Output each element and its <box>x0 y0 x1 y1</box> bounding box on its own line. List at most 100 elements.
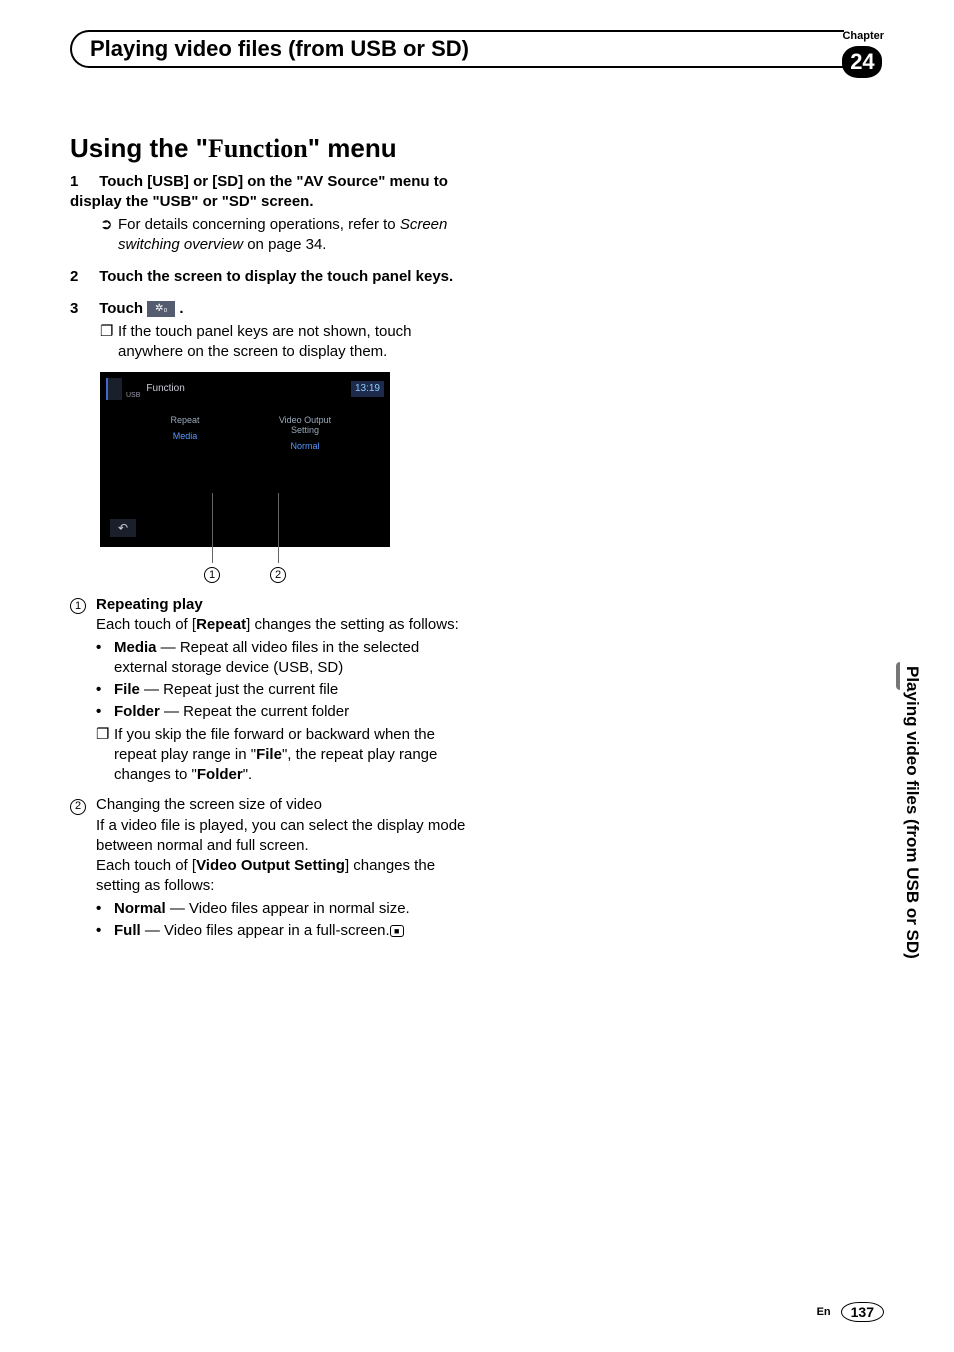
step-2-text: Touch the screen to display the touch pa… <box>99 268 453 285</box>
footer: En 137 <box>817 1302 884 1322</box>
d1-file-b: — Repeat just the current file <box>140 681 338 698</box>
d2a: Each touch of [ <box>96 857 196 874</box>
d2nb: — Video files appear in normal size. <box>166 900 410 917</box>
step-3-text-a: Touch <box>99 300 147 317</box>
s1-sub-c: on page 34. <box>243 236 326 253</box>
header-title: Playing video files (from USB or SD) <box>90 36 826 62</box>
d2fb: — Video files appear in a full-screen. <box>141 922 390 939</box>
def-2-num-text: 2 <box>70 799 86 815</box>
step-3-num: 3 <box>70 300 78 317</box>
d1ne: ". <box>243 766 253 783</box>
ss-topbar: USB Function 13:19 <box>100 372 390 410</box>
main-content: 1 Touch [USB] or [SD] on the "AV Source"… <box>70 172 470 941</box>
d1nb: File <box>256 746 282 763</box>
bullet-dot-icon: • <box>96 921 114 941</box>
header-title-wrap: Playing video files (from USB or SD) <box>70 30 844 68</box>
footer-page: 137 <box>841 1302 884 1322</box>
sidebar-text: Playing video files (from USB or SD) <box>900 660 924 965</box>
d1-media-b: — Repeat all video files in the selected… <box>114 639 419 676</box>
note-icon: ❐ <box>100 322 118 363</box>
sidebar: Playing video files (from USB or SD) <box>896 660 924 1060</box>
chapter-badge: 24 <box>842 46 882 78</box>
d2b: Video Output Setting <box>196 857 345 874</box>
d1nd: Folder <box>197 766 243 783</box>
page-header: Playing video files (from USB or SD) Cha… <box>70 30 884 78</box>
section-title-prefix: Using the " <box>70 133 208 163</box>
d1-media-text: Media — Repeat all video files in the se… <box>114 638 470 679</box>
step-2-num: 2 <box>70 268 78 285</box>
bullet-dot-icon: • <box>96 638 114 679</box>
d2na: Normal <box>114 900 166 917</box>
d1c: ] changes the setting as follows: <box>246 616 459 633</box>
d1-file-text: File — Repeat just the current file <box>114 680 470 700</box>
callout-lines: 1 2 <box>100 553 390 571</box>
section-title-suffix: " menu <box>308 133 397 163</box>
bullet-dot-icon: • <box>96 680 114 700</box>
step-1-sub: ➲ For details concerning operations, ref… <box>100 215 470 256</box>
ss-col1-top: Repeat <box>145 416 225 426</box>
d1-bullet-folder: • Folder — Repeat the current folder <box>96 702 470 722</box>
note-icon: ❐ <box>96 725 114 786</box>
step-2: 2 Touch the screen to display the touch … <box>70 267 470 287</box>
callout-num-1: 1 <box>204 565 220 583</box>
ss-columns: Repeat Media Video Output Setting Normal <box>100 416 390 452</box>
usb-icon <box>106 378 122 400</box>
ss-function-label: Function <box>146 382 184 396</box>
callout-2-text: 2 <box>270 567 286 583</box>
d2-bullet-full: • Full — Video files appear in a full-sc… <box>96 921 470 941</box>
def-2-num: 2 <box>70 795 96 941</box>
ss-col-repeat: Repeat Media <box>145 416 225 452</box>
d2-bullet-normal: • Normal — Video files appear in normal … <box>96 899 470 919</box>
def-1-num-text: 1 <box>70 598 86 614</box>
d1-file-a: File <box>114 681 140 698</box>
goto-icon: ➲ <box>100 215 118 256</box>
ss-usb-label: USB <box>126 391 140 400</box>
d2fa: Full <box>114 922 141 939</box>
callout-num-2: 2 <box>270 565 286 583</box>
step-1-text: Touch [USB] or [SD] on the "AV Source" m… <box>70 173 448 210</box>
s1-sub-a: For details concerning operations, refer… <box>118 216 400 233</box>
step-3-text-b: . <box>179 300 183 317</box>
d1-media-a: Media <box>114 639 157 656</box>
section-title: Using the "Function" menu <box>70 133 884 164</box>
section-title-mid: Function <box>208 134 308 163</box>
d1-folder-text: Folder — Repeat the current folder <box>114 702 470 722</box>
chapter-label: Chapter <box>842 30 884 42</box>
d2-line2: If a video file is played, you can selec… <box>96 816 470 857</box>
step-3: 3 Touch ✲₀ . <box>70 299 470 319</box>
d1-folder-a: Folder <box>114 703 160 720</box>
def-1-title: Repeating play <box>96 595 470 615</box>
chapter-block: Chapter 24 <box>842 30 884 78</box>
step-1: 1 Touch [USB] or [SD] on the "AV Source"… <box>70 172 470 213</box>
callout-line-2 <box>278 493 279 563</box>
step-3-sub: ❐ If the touch panel keys are not shown,… <box>100 322 470 363</box>
footer-lang: En <box>817 1306 831 1318</box>
ss-col1-val: Media <box>145 430 225 442</box>
d2-normal-text: Normal — Video files appear in normal si… <box>114 899 470 919</box>
ss-col2-top: Video Output Setting <box>265 416 345 436</box>
back-icon: ↶ <box>110 519 136 537</box>
ss-col2-val: Normal <box>265 440 345 452</box>
d2-full-text: Full — Video files appear in a full-scre… <box>114 921 470 941</box>
bullet-dot-icon: • <box>96 702 114 722</box>
d1-bullet-file: • File — Repeat just the current file <box>96 680 470 700</box>
step-1-num: 1 <box>70 173 78 190</box>
step-1-sub-text: For details concerning operations, refer… <box>118 215 470 256</box>
d1b: Repeat <box>196 616 246 633</box>
d1-note-text: If you skip the file forward or backward… <box>114 725 470 786</box>
ss-col-video: Video Output Setting Normal <box>265 416 345 452</box>
def-2-body: Changing the screen size of video If a v… <box>96 795 470 941</box>
function-screenshot: USB Function 13:19 Repeat Media Video Ou… <box>100 372 390 547</box>
d2-desc: Each touch of [Video Output Setting] cha… <box>96 856 470 897</box>
def-1-num: 1 <box>70 595 96 785</box>
bullet-dot-icon: • <box>96 899 114 919</box>
callout-1-text: 1 <box>204 567 220 583</box>
ss-time: 13:19 <box>351 381 384 397</box>
step-3-sub-text: If the touch panel keys are not shown, t… <box>118 322 470 363</box>
def-1-desc: Each touch of [Repeat] changes the setti… <box>96 615 470 635</box>
def-1: 1 Repeating play Each touch of [Repeat] … <box>70 595 470 785</box>
d1-note: ❐ If you skip the file forward or backwa… <box>96 725 470 786</box>
d1a: Each touch of [ <box>96 616 196 633</box>
gear-icon: ✲₀ <box>147 301 175 317</box>
def-1-body: Repeating play Each touch of [Repeat] ch… <box>96 595 470 785</box>
